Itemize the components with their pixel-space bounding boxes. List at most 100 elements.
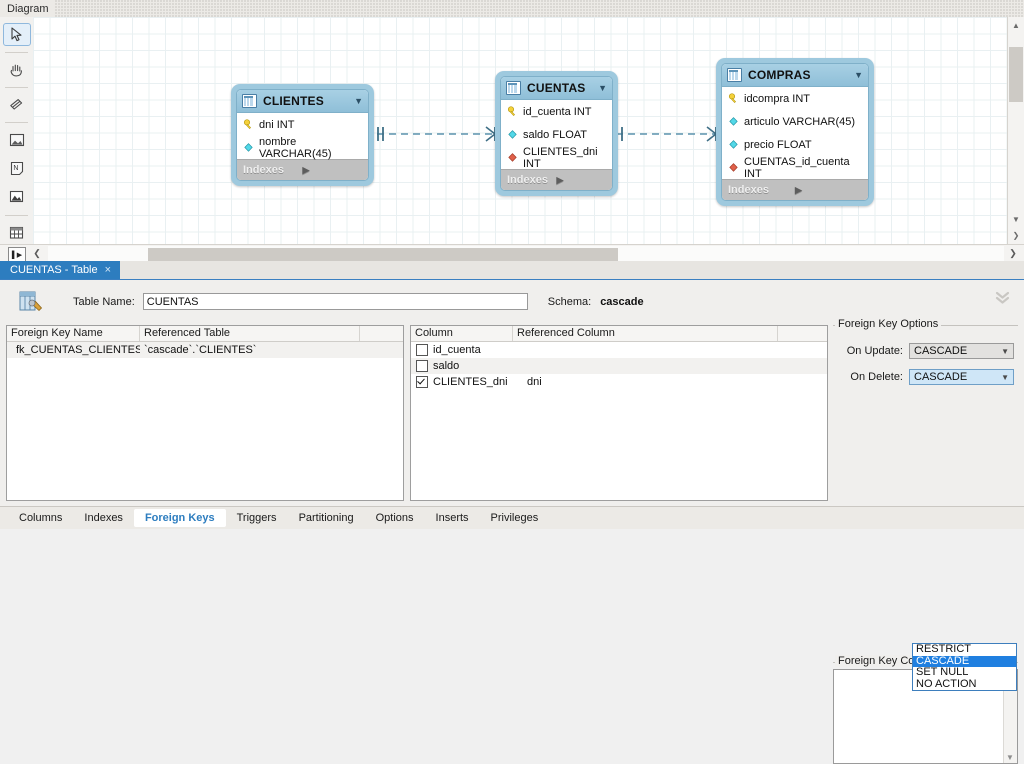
chevron-right-icon[interactable]: ▶	[557, 175, 607, 186]
fk-col-header-reftable[interactable]: Referenced Table	[140, 326, 360, 341]
scroll-left-icon[interactable]: ❮	[30, 246, 44, 261]
foreign-keys-list-pane[interactable]: Foreign Key Name Referenced Table fk_CUE…	[6, 325, 404, 501]
on-delete-dropdown-list[interactable]: RESTRICT CASCADE SET NULL NO ACTION	[912, 643, 1017, 692]
canvas-vertical-scrollbar[interactable]: ▲ ▼ ❯	[1007, 17, 1024, 244]
er-table-header[interactable]: COMPRAS ▼	[722, 64, 868, 87]
tab-indexes[interactable]: Indexes	[73, 509, 134, 527]
note-tool[interactable]: N	[3, 158, 31, 181]
er-column[interactable]: nombre VARCHAR(45)	[237, 136, 368, 160]
table-editor-icon	[18, 290, 44, 314]
fk-columns-pane[interactable]: Column Referenced Column id_cuenta saldo…	[410, 325, 828, 501]
dropdown-option-cascade[interactable]: CASCADE	[913, 655, 1016, 668]
referenced-column-cell: dni	[527, 376, 542, 388]
list-item[interactable]: id_cuenta	[411, 342, 827, 358]
chevron-down-icon[interactable]: ▼	[1001, 347, 1009, 356]
er-column[interactable]: precio FLOAT	[722, 133, 868, 156]
er-column-label: id_cuenta INT	[523, 105, 592, 118]
column-checkbox[interactable]	[416, 344, 428, 356]
er-table-clientes[interactable]: CLIENTES ▼ dni INT nombre VARCHAR(45) In…	[231, 84, 374, 186]
er-table-header[interactable]: CLIENTES ▼	[237, 90, 368, 113]
svg-text:N: N	[13, 165, 18, 172]
er-table-name: CUENTAS	[527, 81, 586, 95]
fk-col-header-name[interactable]: Foreign Key Name	[7, 326, 140, 341]
dropdown-option-no-action[interactable]: NO ACTION	[913, 678, 1016, 691]
er-table-indexes-footer[interactable]: Indexes ▶	[237, 159, 368, 180]
scroll-up-icon[interactable]: ▲	[1008, 17, 1024, 33]
column-header-refcolumn[interactable]: Referenced Column	[513, 326, 778, 341]
scroll-down-icon[interactable]: ▼	[1006, 753, 1014, 762]
scroll-corner-icon[interactable]: ❯	[1008, 227, 1024, 244]
tab-cuentas-table[interactable]: CUENTAS - Table ×	[0, 261, 121, 279]
tab-foreign-keys[interactable]: Foreign Keys	[133, 509, 226, 527]
eraser-tool[interactable]	[3, 94, 31, 117]
column-icon	[244, 143, 253, 152]
column-header-column[interactable]: Column	[411, 326, 513, 341]
er-table-header[interactable]: CUENTAS ▼	[501, 77, 612, 100]
er-table-name: COMPRAS	[748, 68, 811, 82]
er-column[interactable]: idcompra INT	[722, 87, 868, 110]
chevron-down-icon[interactable]: ▼	[854, 70, 863, 80]
tab-partitioning[interactable]: Partitioning	[288, 509, 365, 527]
palette-divider	[5, 51, 28, 53]
chevron-down-icon[interactable]: ▼	[354, 96, 363, 106]
tab-options[interactable]: Options	[365, 509, 425, 527]
pointer-tool[interactable]	[2, 23, 31, 46]
diagram-drag-dots	[54, 0, 1024, 17]
table-name-input[interactable]	[142, 293, 528, 310]
palette-divider	[5, 122, 28, 124]
er-column[interactable]: articulo VARCHAR(45)	[722, 110, 868, 133]
dropdown-option-restrict[interactable]: RESTRICT	[913, 643, 1016, 656]
er-table-name: CLIENTES	[263, 94, 324, 108]
collapse-panel-icon[interactable]	[994, 290, 1011, 307]
column-icon	[729, 140, 738, 149]
er-column[interactable]: CUENTAS_id_cuenta INT	[722, 155, 868, 180]
on-delete-select[interactable]: CASCADE ▼	[909, 369, 1014, 385]
er-column[interactable]: CLIENTES_dni INT	[501, 146, 612, 170]
chevron-down-icon[interactable]: ▼	[598, 83, 607, 93]
er-table-indexes-footer[interactable]: Indexes ▶	[501, 169, 612, 190]
table-editor-panel: CUENTAS - Table × Table Name: Schema: ca…	[0, 261, 1024, 764]
er-column-label: dni INT	[259, 118, 295, 131]
column-checkbox[interactable]	[416, 360, 428, 372]
dropdown-option-set-null[interactable]: SET NULL	[913, 667, 1016, 679]
layer-tool[interactable]	[3, 129, 31, 152]
er-table-indexes-footer[interactable]: Indexes ▶	[722, 179, 868, 200]
tab-columns[interactable]: Columns	[8, 509, 73, 527]
list-item[interactable]: CLIENTES_dni dni	[411, 374, 827, 390]
horizontal-scroll-track[interactable]	[48, 246, 1004, 261]
horizontal-scroll-thumb[interactable]	[148, 248, 618, 261]
er-column[interactable]: saldo FLOAT	[501, 123, 612, 146]
scroll-right-icon[interactable]: ❯	[1006, 246, 1020, 261]
foreign-key-icon	[729, 163, 738, 172]
diagram-label: Diagram	[7, 2, 49, 15]
column-grid-header: Column Referenced Column	[411, 326, 827, 342]
column-header-spacer	[778, 326, 827, 341]
on-update-select[interactable]: CASCADE ▼	[909, 343, 1014, 359]
collapse-sidebar-button[interactable]: ▌▶	[8, 247, 26, 262]
tab-privileges[interactable]: Privileges	[480, 509, 550, 527]
er-column[interactable]: dni INT	[237, 113, 368, 136]
chevron-right-icon[interactable]: ▶	[795, 185, 862, 196]
er-indexes-label: Indexes	[507, 174, 548, 186]
column-checkbox[interactable]	[416, 376, 428, 388]
table-row[interactable]: fk_CUENTAS_CLIENTES1 `cascade`.`CLIENTES…	[7, 342, 403, 358]
er-column-label: precio FLOAT	[744, 138, 812, 151]
vertical-scroll-thumb[interactable]	[1009, 47, 1023, 102]
close-icon[interactable]: ×	[105, 264, 111, 276]
canvas-horizontal-scrollbar[interactable]: ▌▶ ❮ ❯	[0, 244, 1024, 262]
tab-triggers[interactable]: Triggers	[226, 509, 288, 527]
chevron-right-icon[interactable]: ▶	[303, 165, 363, 176]
er-column-label: CUENTAS_id_cuenta INT	[744, 155, 850, 180]
er-table-compras[interactable]: COMPRAS ▼ idcompra INT articulo VARCHAR(…	[716, 58, 874, 206]
hand-tool[interactable]	[3, 58, 31, 81]
er-table-cuentas[interactable]: CUENTAS ▼ id_cuenta INT saldo FLOAT CLIE…	[495, 71, 618, 196]
er-column[interactable]: id_cuenta INT	[501, 100, 612, 123]
tab-inserts[interactable]: Inserts	[425, 509, 480, 527]
chevron-down-icon[interactable]: ▼	[1001, 373, 1009, 382]
schema-label: Schema:	[547, 295, 592, 308]
er-diagram-canvas[interactable]: CLIENTES ▼ dni INT nombre VARCHAR(45) In…	[33, 17, 1008, 244]
scroll-down-icon[interactable]: ▼	[1008, 211, 1024, 227]
list-item[interactable]: saldo	[411, 358, 827, 374]
table-tool[interactable]	[3, 221, 31, 244]
image-tool[interactable]	[3, 186, 31, 209]
